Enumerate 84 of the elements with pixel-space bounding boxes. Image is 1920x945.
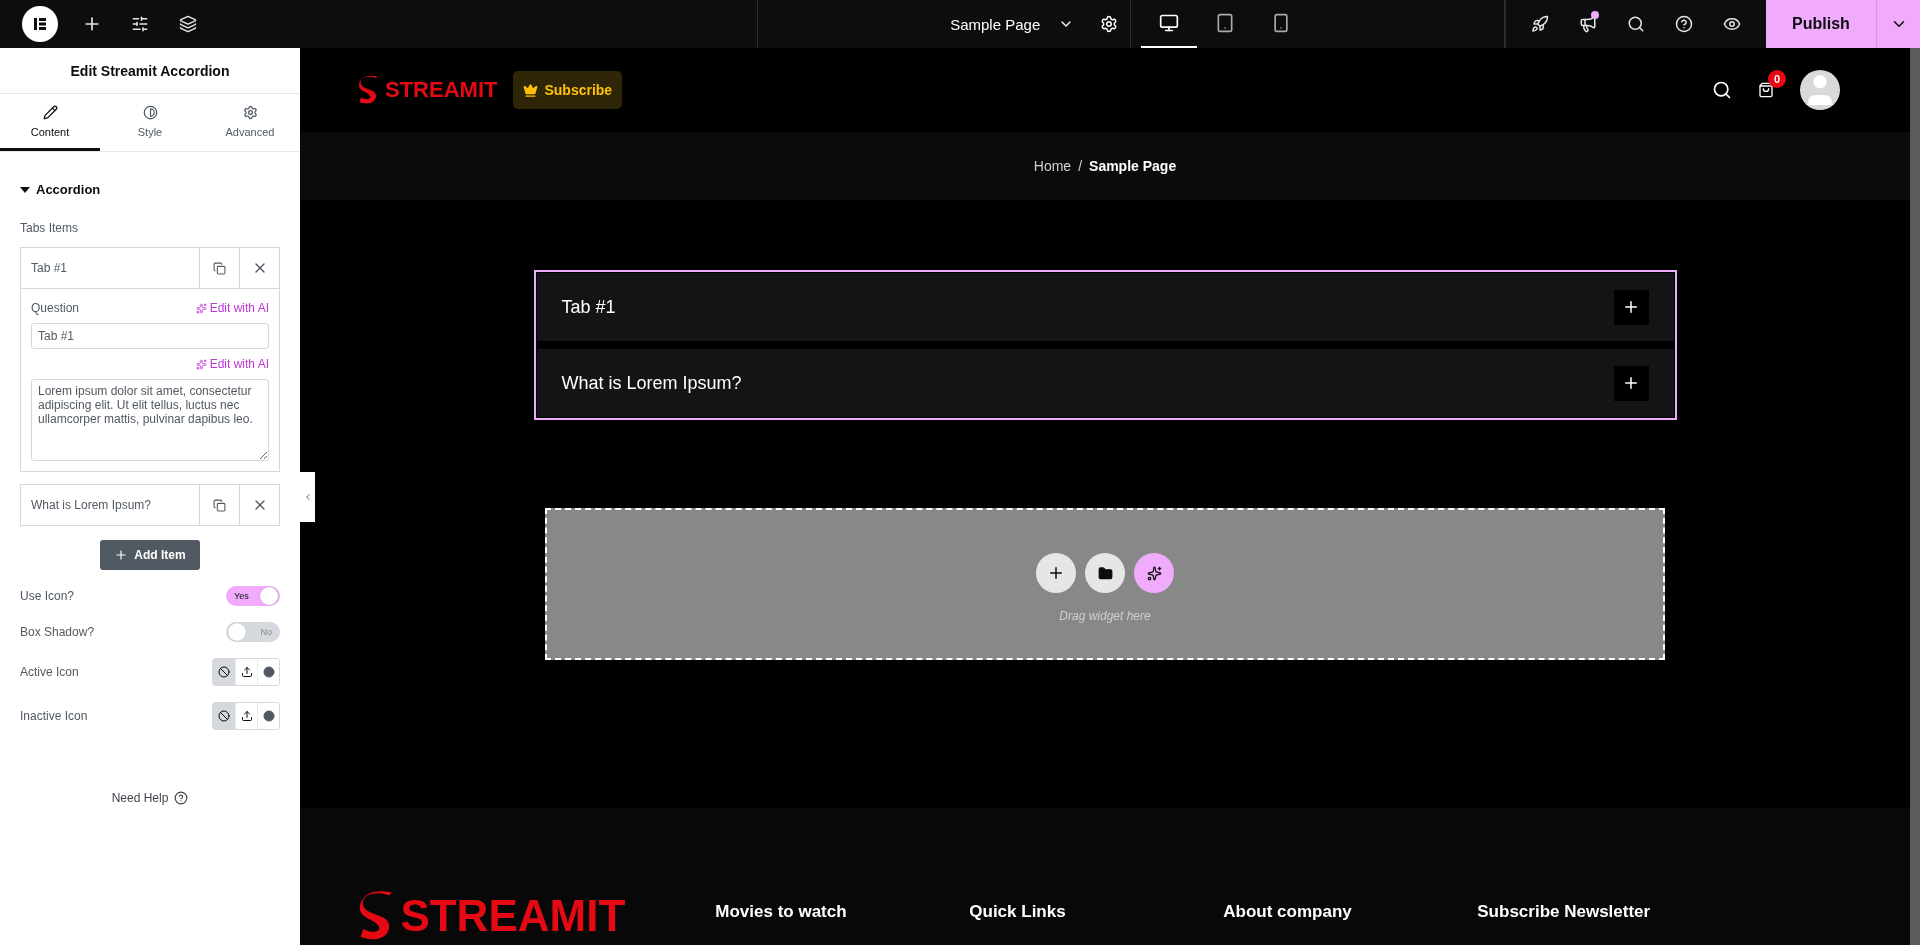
upload-icon <box>240 710 253 722</box>
notification-dot <box>1591 11 1599 19</box>
footer-brand-name: STREAMIT <box>400 891 626 941</box>
bag-icon <box>1758 82 1774 98</box>
panel-tab[interactable]: Style <box>100 94 200 151</box>
brand-logo-icon <box>358 75 379 105</box>
field-label: Tabs Items <box>20 221 80 235</box>
copy-icon <box>213 261 226 275</box>
sliders-icon <box>131 15 149 33</box>
monitor-icon <box>1159 13 1180 33</box>
toggle-switch[interactable]: Yes <box>226 586 280 606</box>
contrast-icon <box>142 104 158 120</box>
layers-icon <box>179 15 197 33</box>
section-toggle[interactable]: Accordion <box>0 152 121 221</box>
control-label: Use Icon? <box>20 589 75 603</box>
subscribe-button[interactable]: Subscribe <box>513 71 623 109</box>
edit-with-ai-link[interactable]: Edit with AI <box>195 301 269 315</box>
accordion-item[interactable]: Tab #1 <box>536 273 1674 341</box>
plus-icon <box>1622 298 1640 316</box>
control-label: Box Shadow? <box>20 625 95 639</box>
none-option-button[interactable] <box>213 703 235 729</box>
cart-button[interactable] <box>1758 82 1774 98</box>
eye-icon <box>1723 15 1741 33</box>
ban-icon <box>218 666 230 678</box>
add-section-button[interactable] <box>1036 553 1076 593</box>
control-label: Inactive Icon <box>20 709 88 723</box>
pencil-icon <box>42 104 58 120</box>
search-icon <box>1627 15 1645 33</box>
repeater-item-title[interactable]: What is Lorem Ipsum? <box>21 485 199 525</box>
panel-tab[interactable]: Content <box>0 94 100 151</box>
app-logo-icon[interactable] <box>22 6 58 42</box>
library-option-button[interactable] <box>257 659 279 685</box>
brand-name: STREAMIT <box>385 77 498 103</box>
cart-count: 0 <box>1768 70 1786 88</box>
megaphone-icon <box>1579 15 1597 33</box>
sparkles-icon <box>195 358 207 370</box>
gear-icon <box>242 104 258 120</box>
template-library-button[interactable] <box>1085 553 1125 593</box>
help-icon <box>1675 15 1693 33</box>
add-item-button[interactable]: Add Item <box>100 540 200 570</box>
crown-icon <box>523 82 539 98</box>
footer-heading: Subscribe Newsletter <box>1477 902 1652 922</box>
field-label: Question <box>31 301 80 315</box>
plus-icon <box>1622 374 1640 392</box>
expand-button[interactable] <box>1613 289 1649 325</box>
accordion-title: What is Lorem Ipsum? <box>561 372 742 394</box>
upload-icon <box>240 666 253 678</box>
control-label: Active Icon <box>20 665 79 679</box>
settings-icon <box>1100 15 1119 33</box>
need-help-link[interactable]: Need Help <box>105 790 195 806</box>
expand-button[interactable] <box>1613 365 1649 401</box>
publish-button[interactable]: Publish <box>1766 0 1876 48</box>
plus-icon <box>114 548 129 562</box>
copy-icon <box>213 498 226 512</box>
footer-heading: Movies to watch <box>715 902 848 922</box>
sparkles-icon <box>1146 565 1162 581</box>
ai-button[interactable] <box>1134 553 1174 593</box>
ban-icon <box>218 710 230 722</box>
panel-tab[interactable]: Advanced <box>200 94 300 151</box>
circle-icon <box>262 710 275 722</box>
repeater-item-title[interactable]: Tab #1 <box>21 248 199 288</box>
avatar-icon[interactable] <box>1800 70 1840 110</box>
plus-icon <box>1047 564 1065 582</box>
breadcrumb-item: Sample Page <box>1089 158 1177 174</box>
tablet-icon <box>1215 13 1236 33</box>
accordion-title: Tab #1 <box>561 296 616 318</box>
sparkles-icon <box>195 302 207 314</box>
circle-icon <box>262 666 275 678</box>
search-icon[interactable] <box>1712 80 1732 100</box>
breadcrumb-separator: / <box>1078 158 1083 174</box>
breadcrumb-item[interactable]: Home <box>1033 158 1072 174</box>
none-option-button[interactable] <box>213 659 235 685</box>
library-option-button[interactable] <box>257 703 279 729</box>
edit-with-ai-link[interactable]: Edit with AI <box>195 357 269 371</box>
folder-icon <box>1097 565 1113 581</box>
caret-icon <box>20 186 30 193</box>
drop-hint: Drag widget here <box>1059 609 1151 623</box>
rocket-icon <box>1531 15 1549 33</box>
question-field[interactable]: Tab #1 <box>31 323 269 349</box>
answer-field[interactable]: Lorem ipsum dolor sit amet, consectetur adipiscing elit. Ut elit tellus, luctus nec ullamcorper mattis, pulvinar dapibus leo. <box>31 379 269 461</box>
footer-heading: Quick Links <box>969 902 1067 922</box>
accordion-item[interactable]: What is Lorem Ipsum? <box>536 349 1674 417</box>
help-icon <box>174 791 189 805</box>
footer-heading: About company <box>1223 902 1353 922</box>
